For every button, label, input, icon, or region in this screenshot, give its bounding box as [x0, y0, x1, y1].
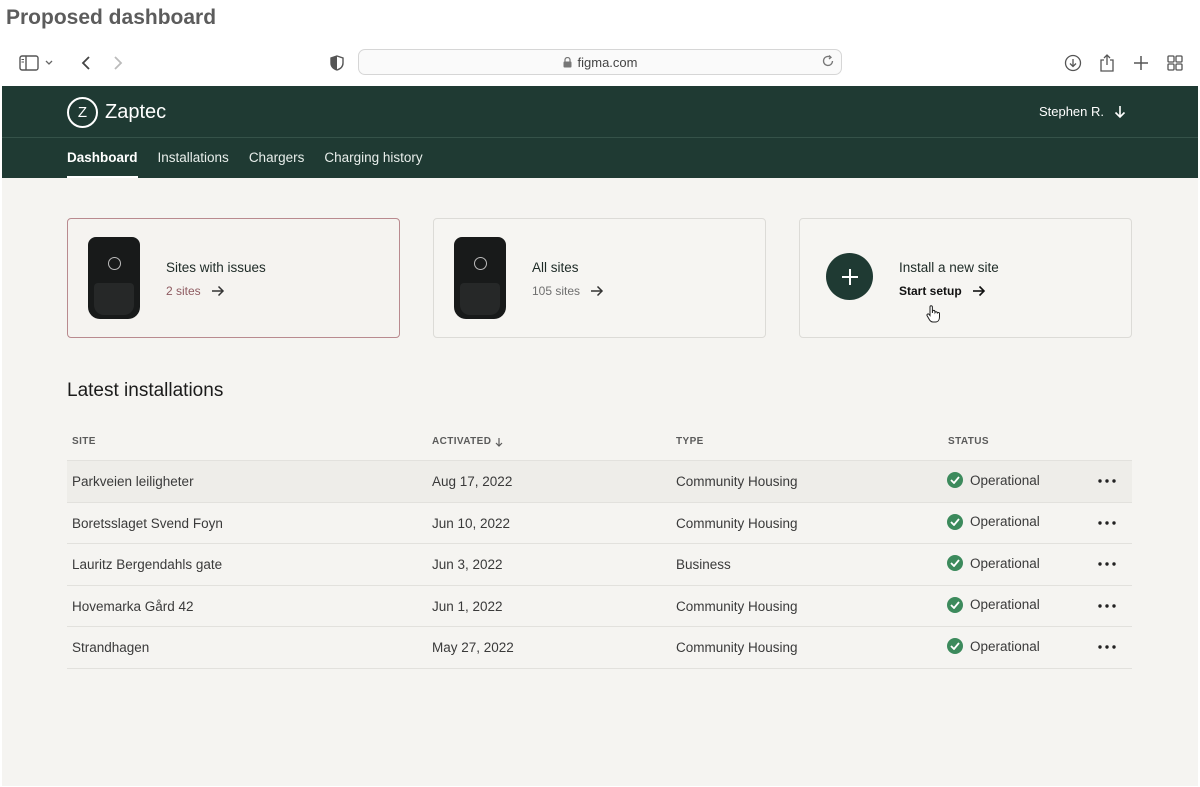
tab-chargers[interactable]: Chargers [249, 138, 305, 178]
more-options-icon[interactable] [1097, 513, 1117, 533]
status-text: Operational [970, 472, 1040, 488]
lock-icon [563, 56, 572, 68]
charger-logo-icon [474, 257, 487, 270]
section-title: Latest installations [67, 380, 224, 401]
user-menu[interactable]: Stephen R. [1039, 104, 1126, 119]
cell-status: Operational [947, 596, 1040, 613]
card-title: All sites [532, 260, 579, 275]
issues-link[interactable]: 2 sites [166, 284, 225, 298]
arrow-right-icon [972, 285, 985, 297]
brand[interactable]: Z Zaptec [67, 97, 166, 128]
charger-logo-icon [108, 257, 121, 270]
status-text: Operational [970, 514, 1040, 530]
url-text: figma.com [577, 54, 638, 70]
cell-activated: Jun 3, 2022 [432, 557, 503, 573]
cell-site: Strandhagen [72, 640, 150, 656]
cell-activated: Aug 17, 2022 [432, 474, 513, 489]
table-row[interactable]: Lauritz Bergendahls gate Jun 3, 2022 Bus… [67, 544, 1132, 586]
arrow-down-icon [1114, 105, 1126, 118]
browser-toolbar: figma.com [0, 40, 1200, 86]
cell-site: Hovemarka Gård 42 [72, 598, 194, 614]
cell-type: Community Housing [676, 640, 798, 656]
cell-status: Operational [947, 513, 1040, 530]
arrow-right-icon [591, 285, 604, 297]
cell-site: Boretsslaget Svend Foyn [72, 515, 223, 531]
cell-type: Business [676, 557, 731, 573]
start-setup-label: Start setup [899, 284, 962, 298]
cell-type: Community Housing [676, 474, 798, 489]
tab-charging-history[interactable]: Charging history [324, 138, 422, 178]
sort-down-icon [495, 437, 503, 447]
header-activated[interactable]: ACTIVATED [432, 436, 503, 447]
plus-icon[interactable] [826, 253, 873, 300]
check-circle-icon [947, 472, 963, 488]
arrow-right-icon [211, 285, 224, 297]
more-options-icon[interactable] [1097, 596, 1117, 616]
reload-icon[interactable] [821, 54, 835, 71]
charger-image [88, 237, 140, 319]
issues-count: 2 sites [166, 284, 201, 298]
back-icon[interactable] [75, 52, 97, 74]
all-sites-card[interactable]: All sites 105 sites [433, 218, 766, 338]
more-options-icon[interactable] [1097, 554, 1117, 574]
status-text: Operational [970, 597, 1040, 613]
more-options-icon[interactable] [1097, 471, 1117, 491]
main-nav: Dashboard Installations Chargers Chargin… [67, 138, 443, 178]
shield-icon[interactable] [326, 52, 348, 74]
user-name: Stephen R. [1038, 104, 1104, 119]
status-text: Operational [970, 555, 1040, 571]
page-title: Proposed dashboard [6, 6, 217, 29]
brand-name: Zaptec [105, 101, 167, 123]
sidebar-icon[interactable] [18, 52, 40, 74]
check-circle-icon [947, 513, 963, 530]
header-site[interactable]: SITE [72, 436, 96, 447]
header-type[interactable]: TYPE [676, 436, 704, 447]
table-header: SITE ACTIVATED TYPE STATUS [67, 428, 1132, 461]
hand-cursor-icon [926, 305, 940, 328]
check-circle-icon [947, 596, 963, 613]
cell-type: Community Housing [676, 515, 798, 531]
cell-activated: Jun 1, 2022 [432, 598, 503, 614]
cell-activated: May 27, 2022 [432, 640, 514, 656]
forward-icon[interactable] [107, 52, 129, 74]
app-header: Z Zaptec Stephen R. Dashboard Installati… [2, 86, 1198, 178]
table-row[interactable]: Boretsslaget Svend Foyn Jun 10, 2022 Com… [67, 503, 1132, 545]
cell-status: Operational [947, 555, 1040, 572]
header-activated-label: ACTIVATED [432, 436, 492, 447]
cell-site: Parkveien leiligheter [72, 474, 194, 489]
tab-overview-icon[interactable] [1164, 52, 1186, 74]
card-title: Install a new site [899, 260, 999, 275]
share-icon[interactable] [1096, 52, 1118, 74]
card-title: Sites with issues [166, 260, 266, 275]
all-sites-link[interactable]: 105 sites [532, 284, 604, 298]
chevron-down-icon[interactable] [42, 52, 56, 74]
charger-image [454, 237, 506, 319]
check-circle-icon [947, 638, 963, 655]
cell-status: Operational [947, 638, 1040, 655]
cell-status: Operational [947, 472, 1040, 488]
app-window: Z Zaptec Stephen R. Dashboard Installati… [2, 86, 1198, 786]
new-tab-icon[interactable] [1130, 52, 1152, 74]
download-icon[interactable] [1062, 52, 1084, 74]
zaptec-logo-icon: Z [67, 97, 98, 128]
table-row[interactable]: Strandhagen May 27, 2022 Community Housi… [67, 627, 1132, 669]
installations-table: SITE ACTIVATED TYPE STATUS Parkveien lei… [67, 428, 1132, 669]
more-options-icon[interactable] [1097, 637, 1117, 657]
status-text: Operational [970, 638, 1040, 654]
cell-site: Lauritz Bergendahls gate [72, 557, 223, 573]
table-row[interactable]: Hovemarka Gård 42 Jun 1, 2022 Community … [67, 586, 1132, 628]
table-row[interactable]: Parkveien leiligheter Aug 17, 2022 Commu… [67, 461, 1132, 503]
header-status[interactable]: STATUS [948, 436, 989, 447]
sites-count: 105 sites [532, 284, 581, 298]
check-circle-icon [947, 555, 963, 572]
sites-with-issues-card[interactable]: Sites with issues 2 sites [67, 218, 400, 338]
cell-type: Community Housing [676, 598, 798, 614]
address-bar[interactable]: figma.com [358, 49, 842, 75]
start-setup-button[interactable]: Start setup [899, 284, 986, 298]
cell-activated: Jun 10, 2022 [432, 515, 511, 531]
tab-dashboard[interactable]: Dashboard [67, 138, 138, 178]
install-new-site-card[interactable]: Install a new site Start setup [799, 218, 1132, 338]
tab-installations[interactable]: Installations [158, 138, 229, 178]
